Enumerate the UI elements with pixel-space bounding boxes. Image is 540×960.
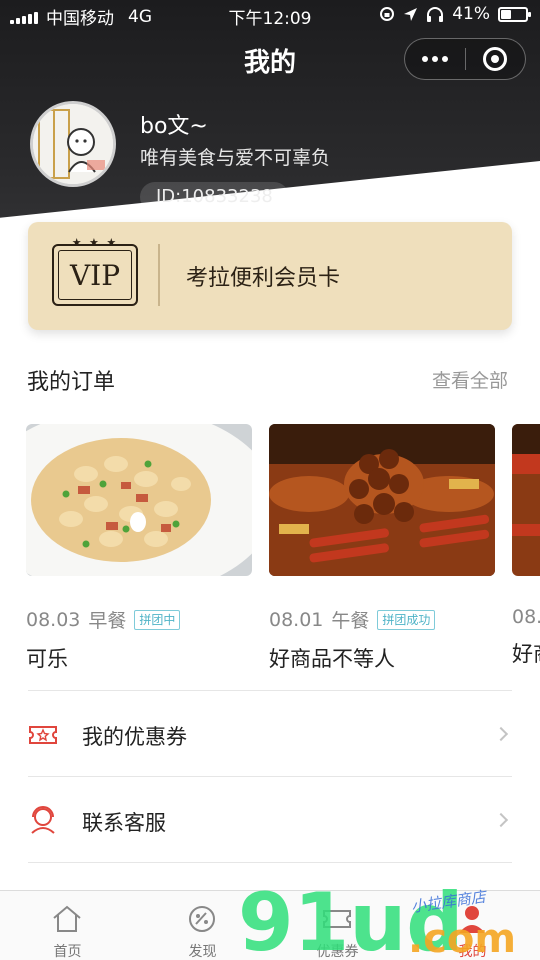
tab-bar: 首页 发现 优惠券 我的 (0, 890, 540, 960)
battery-percent: 41% (452, 4, 490, 24)
avatar[interactable] (30, 101, 116, 187)
coupon-icon (323, 910, 351, 928)
orders-section-title: 我的订单 (27, 370, 116, 395)
vip-badge-icon: ★ ★ ★ VIP (52, 236, 138, 306)
chevron-right-icon (493, 726, 509, 742)
home-icon (53, 905, 81, 932)
order-meta: 08. (512, 606, 540, 628)
order-card[interactable]: 08.03 早餐 拼团中 可乐 (26, 424, 252, 673)
user-motto: 唯有美食与爱不可辜负 (140, 147, 331, 169)
tab-profile[interactable]: 我的 (405, 891, 540, 960)
order-image-pasta (26, 424, 252, 576)
tab-discover[interactable]: 发现 (135, 891, 270, 960)
menu-item-customer-service[interactable]: 联系客服 (28, 776, 512, 862)
order-status-tag: 拼团中 (134, 609, 181, 630)
tab-coupons[interactable]: 优惠券 (270, 891, 405, 960)
vip-badge-text: VIP (58, 250, 132, 300)
order-image-bbq (269, 424, 495, 576)
profile-icon (459, 906, 485, 933)
more-dots-icon (421, 56, 448, 62)
more-menu-button[interactable] (405, 39, 465, 79)
order-card[interactable]: 08.01 午餐 拼团成功 好商品不等人 (269, 424, 495, 673)
order-meta: 08.01 午餐 拼团成功 (269, 606, 495, 633)
tab-label: 首页 (53, 944, 82, 960)
order-meal: 早餐 (88, 610, 127, 632)
order-name: 好商 (512, 642, 540, 666)
menu-item-label: 联系客服 (82, 811, 166, 835)
order-date: 08. (512, 606, 540, 628)
discover-icon (189, 906, 215, 932)
menu-item-label: 我的优惠券 (82, 725, 187, 749)
order-date: 08.01 (269, 608, 324, 631)
username: bo文~ (140, 114, 208, 139)
vip-membership-card[interactable]: ★ ★ ★ VIP 考拉便利会员卡 (28, 222, 512, 330)
menu-divider (28, 862, 512, 863)
vip-divider (158, 244, 160, 306)
close-miniprogram-button[interactable] (466, 39, 526, 79)
miniprogram-capsule (404, 38, 526, 80)
view-all-orders-link[interactable]: 查看全部 (432, 366, 508, 393)
tab-home[interactable]: 首页 (0, 891, 135, 960)
order-image-bbq-partial (512, 424, 540, 576)
order-meta: 08.03 早餐 拼团中 (26, 606, 252, 633)
vip-card-title: 考拉便利会员卡 (186, 266, 341, 291)
status-bar: 中国移动 4G 下午12:09 41% (0, 0, 540, 30)
customer-service-icon (31, 806, 55, 834)
vip-stars: ★ ★ ★ (71, 236, 119, 249)
status-bar-right: 41% (379, 4, 531, 24)
order-name: 好商品不等人 (269, 647, 395, 671)
nav-bar: 我的 (0, 34, 540, 84)
order-card-partial[interactable]: 08. 好商 (512, 424, 540, 668)
ticket-icon (29, 726, 57, 744)
avatar-cartoon-image (33, 104, 113, 184)
menu-item-coupons[interactable]: 我的优惠券 (28, 690, 512, 776)
tab-label: 我的 (458, 944, 487, 960)
order-date: 08.03 (26, 608, 81, 631)
close-target-icon (483, 47, 508, 71)
location-icon (404, 7, 418, 21)
headphones-icon (427, 7, 444, 22)
order-status-tag: 拼团成功 (377, 609, 436, 630)
user-id-badge: ID:10833238 (140, 182, 289, 212)
tab-label: 优惠券 (316, 944, 359, 960)
order-meal: 午餐 (331, 610, 370, 632)
battery-icon (498, 6, 531, 22)
order-name: 可乐 (26, 647, 68, 671)
chevron-right-icon (493, 812, 509, 828)
rotation-lock-icon (380, 7, 395, 21)
tab-label: 发现 (188, 944, 217, 960)
